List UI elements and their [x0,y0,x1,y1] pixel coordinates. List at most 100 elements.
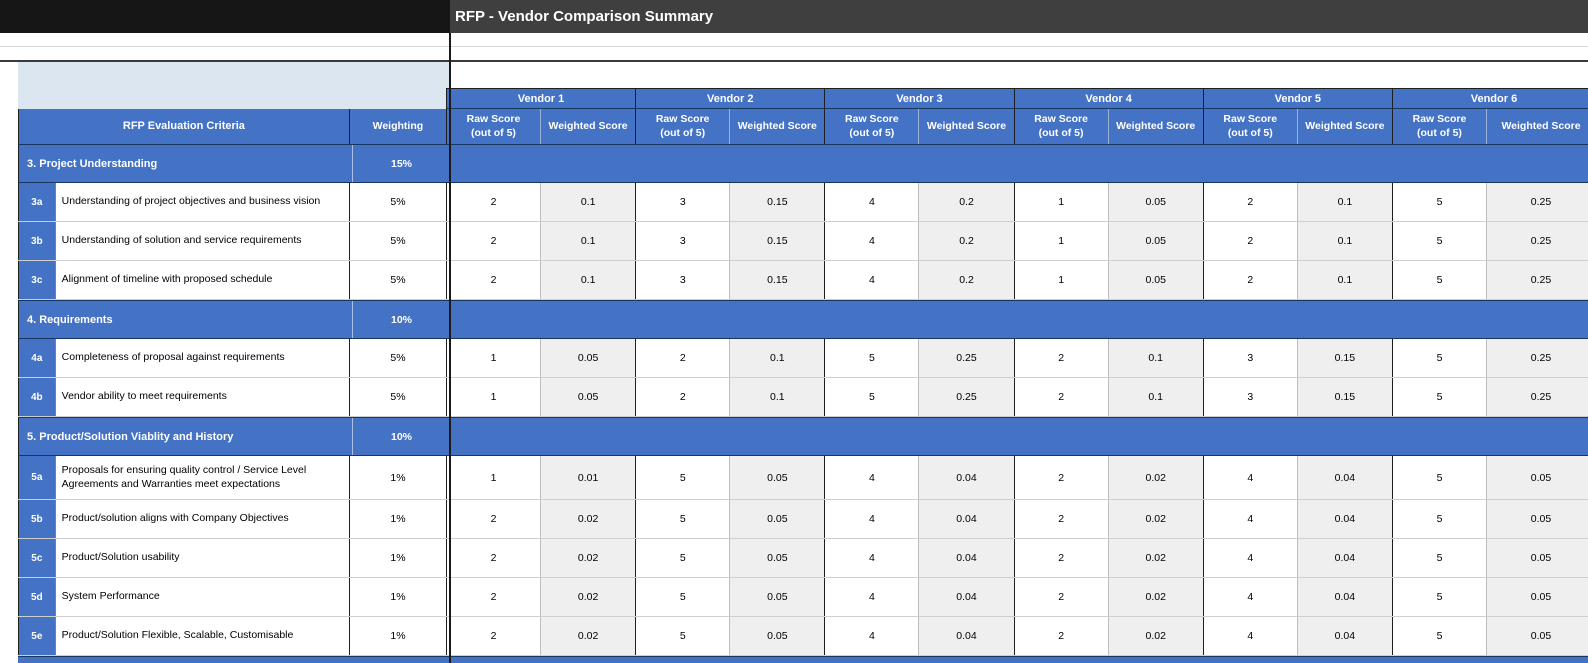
raw-score-cell[interactable]: 5 [635,578,730,616]
raw-score-cell[interactable]: 2 [1013,500,1108,538]
weighted-score-cell[interactable]: 0.25 [1486,183,1588,221]
criteria-header-cell[interactable]: RFP Evaluation Criteria [18,109,349,144]
raw-score-header[interactable]: Raw Score (out of 5) [824,109,919,144]
criteria-cell[interactable]: Completeness of proposal against require… [54,339,349,377]
weighted-score-cell[interactable]: 0.04 [918,500,1014,538]
weighting-cell[interactable]: 5% [348,183,446,221]
raw-score-cell[interactable]: 1 [1013,183,1108,221]
raw-score-cell[interactable]: 2 [1202,222,1297,260]
vendor-header-2[interactable]: Vendor 2 [635,88,825,109]
weighted-score-cell[interactable]: 0.1 [1296,222,1392,260]
weighted-score-cell[interactable]: 0.1 [729,339,825,377]
raw-score-cell[interactable]: 2 [446,539,541,577]
weighted-score-cell[interactable]: 0.02 [540,617,636,655]
weighting-cell[interactable]: 5% [348,378,446,416]
raw-score-cell[interactable]: 5 [1391,539,1487,577]
weighted-score-cell[interactable]: 0.02 [1107,539,1203,577]
raw-score-header[interactable]: Raw Score (out of 5) [635,109,730,144]
weighted-score-cell[interactable]: 0.1 [1107,339,1203,377]
weighted-score-cell[interactable]: 0.04 [918,539,1014,577]
raw-score-cell[interactable]: 5 [1391,456,1487,499]
vendor-header-5[interactable]: Vendor 5 [1202,88,1392,109]
empty-sheet-row[interactable] [0,47,1588,61]
row-id-cell[interactable]: 5e [18,617,55,655]
criteria-cell[interactable]: Understanding of solution and service re… [54,222,349,260]
weighted-score-cell[interactable]: 0.15 [729,183,825,221]
weighted-score-cell[interactable]: 0.04 [918,617,1014,655]
weighted-score-cell[interactable]: 0.02 [1107,456,1203,499]
weighted-score-cell[interactable]: 0.15 [1296,339,1392,377]
weighted-score-cell[interactable]: 0.25 [1486,222,1588,260]
weighting-cell[interactable]: 1% [348,578,446,616]
weighting-cell[interactable]: 5% [348,261,446,299]
weighted-score-cell[interactable]: 0.05 [1486,578,1588,616]
section-weighting-cell[interactable]: 10% [352,418,450,455]
criteria-cell[interactable]: Product/Solution usability [54,539,349,577]
section-label-cell[interactable]: 5. Product/Solution Viablity and History [18,418,352,455]
criteria-cell[interactable]: Understanding of project objectives and … [54,183,349,221]
weighted-score-cell[interactable]: 0.2 [918,261,1014,299]
raw-score-cell[interactable]: 3 [635,222,730,260]
weighted-score-cell[interactable]: 0.2 [918,183,1014,221]
weighted-score-header[interactable]: Weighted Score [540,109,636,144]
weighted-score-cell[interactable]: 0.04 [1296,456,1392,499]
weighted-score-cell[interactable]: 0.25 [1486,378,1588,416]
raw-score-cell[interactable]: 3 [1202,339,1297,377]
weighting-cell[interactable]: 1% [348,500,446,538]
raw-score-cell[interactable]: 5 [635,456,730,499]
weighted-score-cell[interactable]: 0.1 [540,222,636,260]
raw-score-cell[interactable]: 2 [446,261,541,299]
raw-score-header[interactable]: Raw Score (out of 5) [1013,109,1108,144]
raw-score-cell[interactable]: 5 [1391,617,1487,655]
raw-score-cell[interactable]: 3 [635,183,730,221]
empty-sheet-row[interactable] [0,33,1588,47]
raw-score-cell[interactable]: 2 [1013,456,1108,499]
criteria-cell[interactable]: System Performance [54,578,349,616]
weighted-score-header[interactable]: Weighted Score [1296,109,1392,144]
weighted-score-cell[interactable]: 0.25 [1486,339,1588,377]
raw-score-cell[interactable]: 3 [1202,378,1297,416]
criteria-cell[interactable]: Product/solution aligns with Company Obj… [54,500,349,538]
weighted-score-cell[interactable]: 0.04 [918,578,1014,616]
weighted-score-cell[interactable]: 0.15 [729,261,825,299]
weighted-score-cell[interactable]: 0.04 [1296,617,1392,655]
weighted-score-cell[interactable]: 0.04 [918,456,1014,499]
weighted-score-header[interactable]: Weighted Score [1486,109,1588,144]
raw-score-cell[interactable]: 3 [635,261,730,299]
weighted-score-cell[interactable]: 0.1 [1296,261,1392,299]
weighted-score-cell[interactable]: 0.25 [918,339,1014,377]
raw-score-cell[interactable]: 4 [1202,500,1297,538]
raw-score-cell[interactable]: 4 [824,539,919,577]
raw-score-cell[interactable]: 1 [446,339,541,377]
raw-score-cell[interactable]: 2 [1013,339,1108,377]
vendor-header-3[interactable]: Vendor 3 [824,88,1014,109]
criteria-cell[interactable]: Product/Solution Flexible, Scalable, Cus… [54,617,349,655]
raw-score-cell[interactable]: 2 [446,222,541,260]
weighting-cell[interactable]: 5% [348,339,446,377]
weighted-score-cell[interactable]: 0.02 [540,539,636,577]
raw-score-cell[interactable]: 2 [1202,261,1297,299]
vendor-header-1[interactable]: Vendor 1 [445,88,636,109]
raw-score-cell[interactable]: 2 [1013,617,1108,655]
vendor-header-4[interactable]: Vendor 4 [1013,88,1203,109]
row-id-cell[interactable]: 5c [18,539,55,577]
weighted-score-header[interactable]: Weighted Score [918,109,1014,144]
raw-score-cell[interactable]: 4 [824,222,919,260]
raw-score-cell[interactable]: 5 [1391,578,1487,616]
raw-score-cell[interactable]: 5 [1391,261,1487,299]
weighted-score-cell[interactable]: 0.04 [1296,578,1392,616]
raw-score-cell[interactable]: 5 [1391,500,1487,538]
raw-score-cell[interactable]: 5 [1391,183,1487,221]
criteria-cell[interactable]: Alignment of timeline with proposed sche… [54,261,349,299]
raw-score-cell[interactable]: 2 [446,500,541,538]
weighted-score-header[interactable]: Weighted Score [729,109,825,144]
weighted-score-cell[interactable]: 0.1 [729,378,825,416]
raw-score-cell[interactable]: 2 [1013,539,1108,577]
weighted-score-cell[interactable]: 0.02 [1107,500,1203,538]
weighted-score-cell[interactable]: 0.15 [1296,378,1392,416]
raw-score-cell[interactable]: 2 [1013,378,1108,416]
weighting-cell[interactable]: 1% [348,456,446,499]
row-id-cell[interactable]: 5a [18,456,55,499]
row-id-cell[interactable]: 3c [18,261,55,299]
weighted-score-cell[interactable]: 0.02 [1107,617,1203,655]
